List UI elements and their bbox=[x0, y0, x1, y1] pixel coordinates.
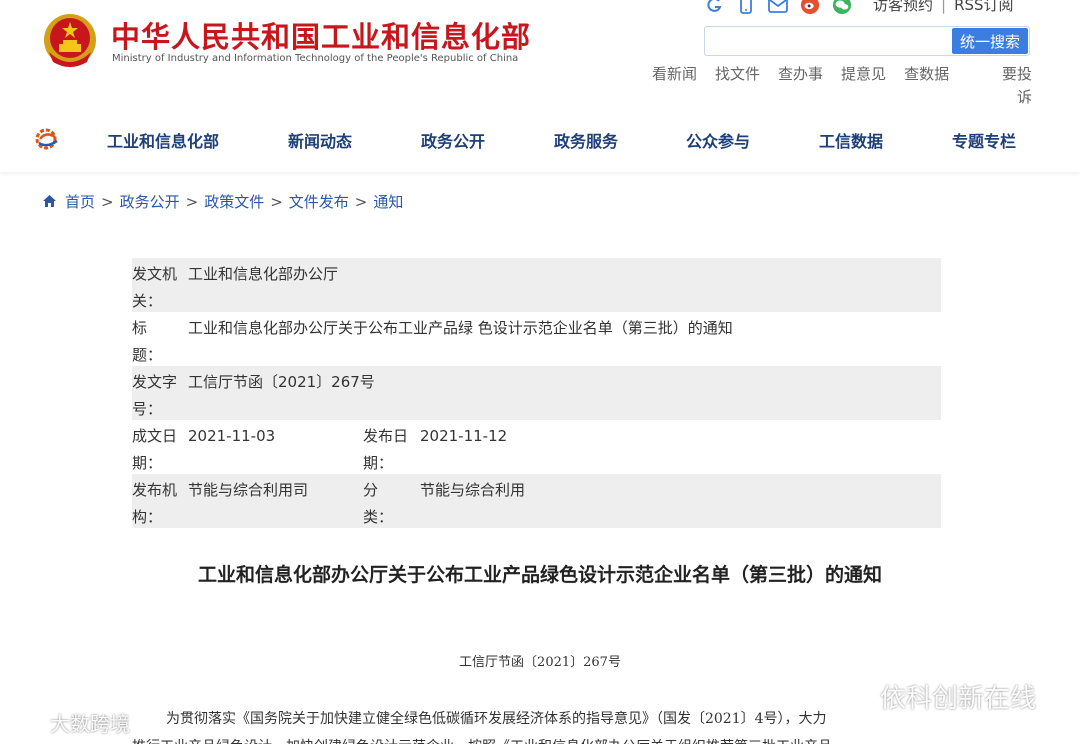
visitor-appointment-link[interactable]: 访客预约 bbox=[873, 0, 933, 14]
quick-link-complaint[interactable]: 要投诉 bbox=[988, 63, 1032, 109]
top-icon-bar bbox=[704, 0, 864, 16]
breadcrumb-separator: > bbox=[270, 192, 283, 211]
top-links: 访客预约 | RSS订阅 bbox=[873, 0, 1014, 15]
home-icon[interactable] bbox=[42, 194, 57, 209]
meta-row-dates: 成文日期： 2021-11-03 发布日期： 2021-11-12 bbox=[132, 420, 941, 474]
document-paragraph-1: 为贯彻落实《国务院关于加快建立健全绿色低碳循环发展经济体系的指导意见》（国发〔2… bbox=[166, 711, 827, 727]
quick-link-news[interactable]: 看新闻 bbox=[652, 63, 697, 85]
search-box: 统一搜索 bbox=[704, 26, 1030, 56]
nav-item-miit[interactable]: 工业和信息化部 bbox=[107, 128, 219, 152]
nav-item-data[interactable]: 工信数据 bbox=[819, 128, 883, 152]
issuer-value: 工业和信息化部办公厅 bbox=[188, 265, 339, 283]
document-number: 工信厅节函〔2021〕267号 bbox=[459, 655, 621, 670]
issuer-label: 发文机关： bbox=[132, 265, 178, 310]
meta-row-publisher: 发布机构： 节能与综合利用司 分类： 节能与综合利用 bbox=[132, 474, 941, 528]
site-header: 中华人民共和国工业和信息化部 Ministry of Industry and … bbox=[0, 0, 1080, 172]
mobile-icon[interactable] bbox=[736, 0, 756, 15]
document-metadata-table: 发文机关： 工业和信息化部办公厅 标题： 工业和信息化部办公厅关于公布工业产品绿… bbox=[132, 258, 941, 528]
nav-item-gov-services[interactable]: 政务服务 bbox=[554, 128, 618, 152]
breadcrumb-separator: > bbox=[101, 192, 114, 211]
search-input[interactable] bbox=[707, 29, 953, 53]
breadcrumb-separator: > bbox=[185, 192, 199, 211]
breadcrumb-home[interactable]: 首页 bbox=[65, 191, 95, 212]
quick-links: 看新闻 找文件 查办事 提意见 查数据 要投诉 bbox=[652, 63, 1032, 106]
document-paragraph-2: 推行工业产品绿色设计，加快创建绿色设计示范企业，按照《工业和信息化部办公厅关于组… bbox=[132, 736, 832, 744]
publisher-value: 节能与综合利用司 bbox=[188, 481, 309, 499]
written-date-value: 2021-11-03 bbox=[188, 427, 276, 445]
written-date-label: 成文日期： bbox=[132, 427, 178, 472]
breadcrumb-separator: > bbox=[354, 192, 368, 211]
site-subtitle: Ministry of Industry and Information Tec… bbox=[112, 53, 519, 64]
quick-link-feedback[interactable]: 提意见 bbox=[841, 63, 886, 85]
nav-item-gov-affairs[interactable]: 政务公开 bbox=[421, 128, 485, 152]
breadcrumb-file-release[interactable]: 文件发布 bbox=[289, 191, 349, 212]
watermark-right: 依科创新在线 bbox=[834, 678, 1036, 715]
ministry-logo-icon[interactable] bbox=[33, 126, 61, 152]
watermark-left: 大数跨境 bbox=[10, 708, 130, 737]
weibo-icon[interactable] bbox=[800, 0, 820, 15]
meta-row-doc-no: 发文字号： 工信厅节函〔2021〕267号 bbox=[132, 366, 941, 420]
document-title: 工业和信息化部办公厅关于公布工业产品绿色设计示范企业名单（第三批）的通知 bbox=[197, 564, 882, 586]
top-link-separator: | bbox=[941, 0, 947, 14]
nav-item-news[interactable]: 新闻动态 bbox=[288, 128, 352, 152]
published-date-value: 2021-11-12 bbox=[420, 427, 508, 445]
title-label: 标题： bbox=[132, 319, 163, 364]
site-title[interactable]: 中华人民共和国工业和信息化部 bbox=[111, 14, 531, 56]
rss-link[interactable]: RSS订阅 bbox=[954, 0, 1013, 14]
doc-no-label: 发文字号： bbox=[132, 373, 178, 418]
quick-link-services[interactable]: 查办事 bbox=[778, 63, 823, 85]
chrome-like-icon[interactable] bbox=[704, 0, 724, 15]
published-date-label: 发布日期： bbox=[363, 427, 409, 472]
breadcrumb-policy-files[interactable]: 政策文件 bbox=[204, 191, 264, 212]
watermark-right-text: 依科创新在线 bbox=[880, 684, 1037, 714]
breadcrumb-notice[interactable]: 通知 bbox=[373, 191, 403, 212]
national-emblem-icon[interactable] bbox=[41, 12, 99, 70]
publisher-label: 发布机构： bbox=[132, 481, 178, 526]
mail-icon[interactable] bbox=[768, 0, 788, 15]
quick-link-files[interactable]: 找文件 bbox=[715, 63, 760, 85]
category-value: 节能与综合利用 bbox=[420, 481, 526, 499]
breadcrumb: 首页 > 政务公开 > 政策文件 > 文件发布 > 通知 bbox=[42, 191, 403, 212]
main-nav: 工业和信息化部 新闻动态 政务公开 政务服务 公众参与 工信数据 专题专栏 bbox=[0, 120, 1080, 158]
wechat-icon[interactable] bbox=[832, 0, 852, 15]
doc-no-value: 工信厅节函〔2021〕267号 bbox=[188, 373, 375, 391]
watermark-logo-icon bbox=[12, 714, 40, 731]
meta-row-issuer: 发文机关： 工业和信息化部办公厅 bbox=[132, 258, 941, 312]
unified-search-button[interactable]: 统一搜索 bbox=[952, 28, 1028, 54]
watermark-left-text: 大数跨境 bbox=[50, 712, 130, 736]
nav-item-topics[interactable]: 专题专栏 bbox=[952, 128, 1016, 152]
quick-link-data[interactable]: 查数据 bbox=[904, 63, 949, 85]
category-label: 分类： bbox=[363, 481, 394, 526]
title-value: 工业和信息化部办公厅关于公布工业产品绿 色设计示范企业名单（第三批）的通知 bbox=[188, 319, 733, 337]
wechat-watermark-icon bbox=[836, 684, 871, 708]
breadcrumb-gov-affairs[interactable]: 政务公开 bbox=[120, 191, 180, 212]
nav-item-public-participation[interactable]: 公众参与 bbox=[686, 128, 750, 152]
meta-row-title: 标题： 工业和信息化部办公厅关于公布工业产品绿 色设计示范企业名单（第三批）的通… bbox=[132, 312, 941, 366]
